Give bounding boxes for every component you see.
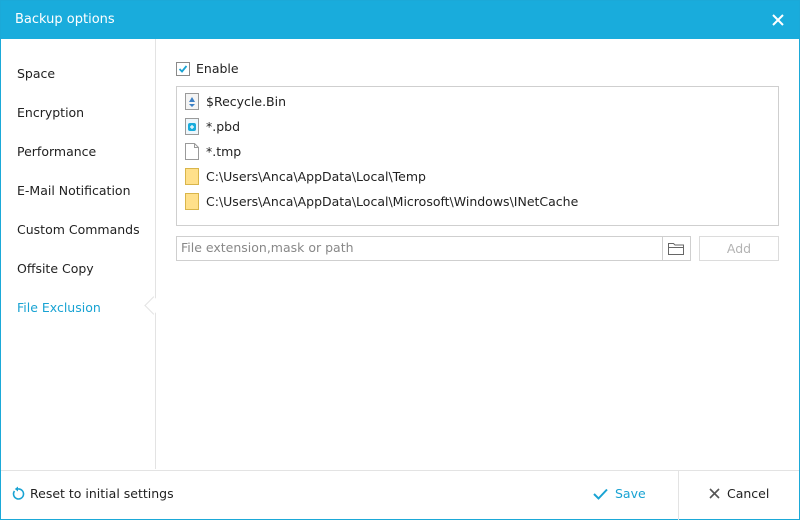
file-exclusion-panel: Enable $Recycle.Bin *.pbd *.tmp C:\Users… <box>156 39 799 469</box>
folder-open-icon <box>668 243 684 255</box>
title-bar: Backup options <box>1 1 799 39</box>
sidebar-item-space[interactable]: Space <box>17 66 55 81</box>
blank-file-icon <box>183 141 201 161</box>
enable-toggle[interactable]: Enable <box>176 61 239 76</box>
footer-divider <box>678 471 679 520</box>
sidebar: Space Encryption Performance E-Mail Noti… <box>1 39 156 469</box>
reset-button[interactable]: Reset to initial settings <box>11 486 174 501</box>
folder-icon <box>183 166 201 186</box>
list-item[interactable]: $Recycle.Bin <box>183 90 286 112</box>
add-button[interactable]: Add <box>699 236 779 261</box>
exclusion-input-wrapper <box>176 236 663 261</box>
list-item[interactable]: C:\Users\Anca\AppData\Local\Temp <box>183 165 426 187</box>
exclusion-list[interactable]: $Recycle.Bin *.pbd *.tmp C:\Users\Anca\A… <box>176 86 779 226</box>
close-icon <box>709 488 720 499</box>
save-label: Save <box>615 486 646 501</box>
list-item[interactable]: *.tmp <box>183 140 241 162</box>
list-item[interactable]: C:\Users\Anca\AppData\Local\Microsoft\Wi… <box>183 190 578 212</box>
browse-folder-button[interactable] <box>662 236 691 261</box>
sidebar-item-email-notification[interactable]: E-Mail Notification <box>17 183 131 198</box>
dialog-footer: Reset to initial settings Save Cancel <box>1 470 799 520</box>
close-button[interactable] <box>767 9 789 31</box>
folder-icon <box>183 191 201 211</box>
cancel-button[interactable]: Cancel <box>709 486 769 501</box>
checkmark-icon <box>593 488 608 500</box>
pbd-file-icon <box>183 116 201 136</box>
sidebar-item-custom-commands[interactable]: Custom Commands <box>17 222 140 237</box>
checkmark-icon <box>178 64 188 73</box>
sidebar-item-performance[interactable]: Performance <box>17 144 96 159</box>
sidebar-item-offsite-copy[interactable]: Offsite Copy <box>17 261 94 276</box>
list-item[interactable]: *.pbd <box>183 115 240 137</box>
reset-label: Reset to initial settings <box>30 486 174 501</box>
enable-label: Enable <box>196 61 239 76</box>
cancel-label: Cancel <box>727 486 770 501</box>
exclusion-input[interactable] <box>177 237 651 258</box>
close-icon <box>772 14 784 26</box>
save-button[interactable]: Save <box>593 486 646 501</box>
reset-icon <box>12 486 25 500</box>
dialog-title: Backup options <box>15 12 115 27</box>
sidebar-item-encryption[interactable]: Encryption <box>17 105 84 120</box>
recycle-bin-icon <box>183 91 201 111</box>
sidebar-item-file-exclusion[interactable]: File Exclusion <box>17 300 101 315</box>
backup-options-dialog: Backup options Space Encryption Performa… <box>0 0 800 520</box>
enable-checkbox[interactable] <box>176 61 190 76</box>
